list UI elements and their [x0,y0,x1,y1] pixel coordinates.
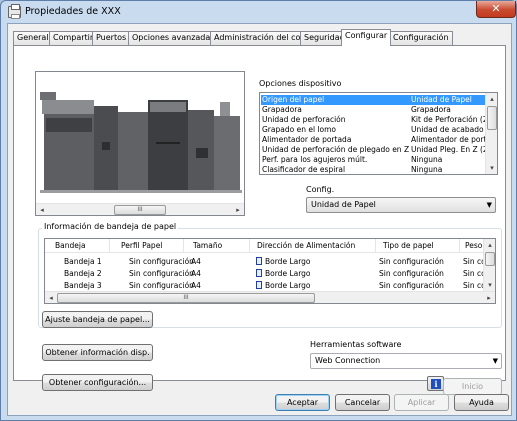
software-tools-selected-value: Web Connection [315,356,381,365]
get-device-info-button[interactable]: Obtener información disp. [42,344,153,361]
tab-configurar[interactable]: Configurar [341,29,392,46]
printer-icon [8,4,21,19]
preview-scrollbar[interactable]: ◂ III ▸ [36,203,244,215]
scroll-down-arrow-icon[interactable]: ▾ [484,279,495,291]
device-options-label: Opciones dispositivo [259,79,342,88]
configurar-panel: ◂ III ▸ Opciones dispositivo Origen del … [13,45,506,395]
scroll-up-arrow-icon[interactable]: ▴ [484,239,495,251]
start-button[interactable]: Inicio [443,378,502,395]
apply-button[interactable]: Aplicar [394,394,449,411]
tab-configuracion[interactable]: Configuración [389,31,453,45]
scroll-thumb[interactable]: III [57,293,315,303]
paper-orientation-icon [256,257,262,265]
tab-compartir[interactable]: Compartir [49,31,98,45]
tab-general[interactable]: General [13,31,53,45]
list-item[interactable]: Grapado en el lomo Unidad de acabado [261,125,486,135]
info-button[interactable]: i [427,376,444,391]
scroll-up-arrow-icon[interactable]: ▴ [486,93,497,105]
scroll-thumb[interactable] [487,106,497,130]
window-title: Propiedades de XXX [25,6,121,17]
column-header[interactable]: Dirección de Alimentación [257,241,355,250]
paper-orientation-icon [256,281,262,289]
properties-window: Propiedades de XXX ✕ General Compartir P… [0,0,517,421]
close-button[interactable]: ✕ [476,1,516,18]
tray-table-vscroll[interactable]: ▴ ▾ [483,239,495,291]
column-header[interactable]: Perfil Papel [121,241,162,250]
ok-button[interactable]: Aceptar [275,394,330,411]
column-header[interactable]: Bandeja [55,241,86,250]
paper-orientation-icon [256,269,262,277]
chevron-down-icon: ▼ [486,201,492,209]
scroll-left-arrow-icon[interactable]: ◂ [45,292,57,303]
column-header[interactable]: Tamaño [193,241,222,250]
column-header[interactable]: Tipo de papel [383,241,434,250]
tab-puertos[interactable]: Puertos [92,31,131,45]
dialog-client: General Compartir Puertos Opciones avanz… [7,23,512,416]
device-preview: ◂ III ▸ [35,71,245,216]
list-item[interactable]: Unidad de perforación de plegado en Z Uni… [261,145,490,155]
table-row[interactable]: Bandeja 2 Sin configuración A4 Borde Lar… [45,268,489,280]
scroll-right-arrow-icon[interactable]: ▸ [483,292,495,303]
scroll-right-arrow-icon[interactable]: ▸ [232,204,244,216]
cancel-button[interactable]: Cancelar [335,394,390,411]
tray-info-label: Información de bandeja de papel [42,222,179,231]
help-button[interactable]: Ayuda [454,394,509,411]
scroll-thumb[interactable]: III [114,205,166,215]
table-row[interactable]: Bandeja 1 Sin configuración A4 Borde Lar… [45,256,489,268]
config-label: Config. [306,185,335,194]
scroll-down-arrow-icon[interactable]: ▾ [486,162,497,174]
config-select[interactable]: Unidad de Papel ▼ [306,197,496,213]
chevron-down-icon: ▼ [492,357,498,365]
list-item[interactable]: Clasificador de espiral Ninguna [261,165,486,174]
printer-machine-image [40,92,242,193]
list-item[interactable]: Origen del papel Unidad de Papel [261,95,486,105]
tray-table[interactable]: Bandeja Perfil Papel Tamaño Dirección de… [44,238,496,304]
list-item[interactable]: Perf. para los agujeros múlt. Ninguna [261,155,486,165]
tray-settings-button[interactable]: Ajuste bandeja de papel... [42,311,153,328]
get-configuration-button[interactable]: Obtener configuración... [42,374,153,391]
info-icon: i [431,379,441,389]
config-selected-value: Unidad de Papel [311,200,376,209]
tray-table-hscroll[interactable]: ◂ III ▸ [45,291,495,303]
scroll-left-arrow-icon[interactable]: ◂ [36,204,48,216]
options-scrollbar[interactable]: ▴ ▾ [485,93,497,174]
list-item[interactable]: Grapadora Grapadora [261,105,486,115]
software-tools-label: Herramientas software [310,340,402,349]
device-options-list[interactable]: Origen del papel Unidad de Papel Grapador… [259,92,498,175]
software-tools-select[interactable]: Web Connection ▼ [310,353,502,369]
list-item[interactable]: Alimentador de portada Alimentador de por… [261,135,496,145]
list-item[interactable]: Unidad de perforación Kit de Perforación … [261,115,495,125]
title-bar: Propiedades de XXX ✕ [1,1,516,23]
table-header: Bandeja Perfil Papel Tamaño Dirección de… [45,239,490,253]
tab-opciones-avanzadas[interactable]: Opciones avanzadas [128,31,219,45]
scroll-thumb[interactable] [485,252,495,266]
